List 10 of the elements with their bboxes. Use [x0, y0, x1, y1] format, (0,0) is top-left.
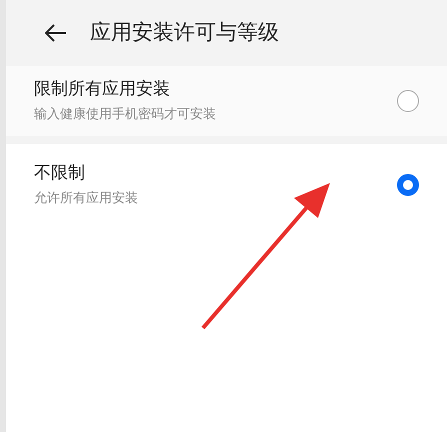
- option-description: 允许所有应用安装: [34, 190, 139, 208]
- option-row[interactable]: 限制所有应用安装 输入健康使用手机密码才可安装: [6, 66, 447, 136]
- back-arrow-icon: [45, 24, 67, 42]
- page-title: 应用安装许可与等级: [90, 19, 279, 46]
- option-title: 不限制: [34, 162, 86, 184]
- option-description: 输入健康使用手机密码才可安装: [34, 106, 217, 124]
- option-title: 限制所有应用安装: [34, 78, 171, 100]
- radio-button[interactable]: [397, 90, 419, 112]
- radio-button[interactable]: [397, 174, 419, 196]
- option-row[interactable]: 不限制 允许所有应用安装: [6, 144, 447, 432]
